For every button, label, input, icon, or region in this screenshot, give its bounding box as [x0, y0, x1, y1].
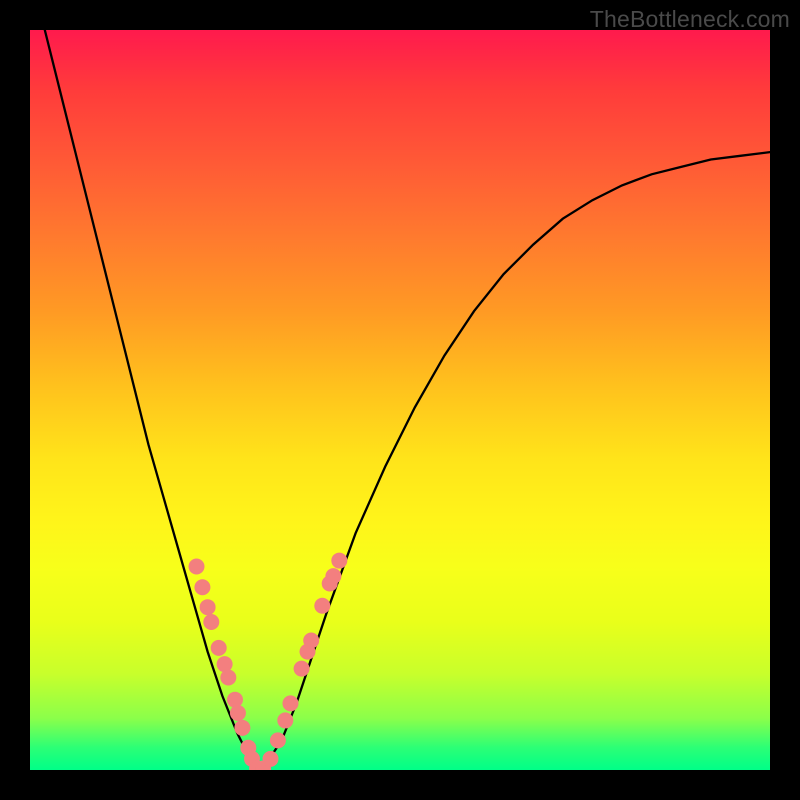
curve-marker [227, 692, 243, 708]
curve-marker [294, 661, 310, 677]
curve-marker [322, 576, 338, 592]
curve-marker [255, 761, 271, 770]
curve-marker [282, 695, 298, 711]
curve-marker [189, 559, 205, 575]
curve-marker [300, 644, 316, 660]
curve-marker [303, 633, 319, 649]
curve-marker [249, 761, 265, 770]
curve-marker [220, 670, 236, 686]
watermark-text: TheBottleneck.com [590, 6, 790, 33]
plot-area [30, 30, 770, 770]
chart-overlay [30, 30, 770, 770]
curve-marker [270, 732, 286, 748]
curve-marker [194, 579, 210, 595]
curve-marker [230, 705, 246, 721]
curve-markers [189, 553, 348, 770]
curve-marker [244, 751, 260, 767]
curve-marker [314, 598, 330, 614]
bottleneck-curve [45, 30, 770, 770]
chart-container: TheBottleneck.com [0, 0, 800, 800]
curve-marker [240, 740, 256, 756]
curve-marker [203, 614, 219, 630]
curve-marker [331, 553, 347, 569]
curve-marker [277, 712, 293, 728]
curve-marker [325, 568, 341, 584]
curve-marker [263, 751, 279, 767]
curve-marker [200, 599, 216, 615]
curve-marker [211, 640, 227, 656]
curve-marker [217, 656, 233, 672]
curve-marker [234, 720, 250, 736]
